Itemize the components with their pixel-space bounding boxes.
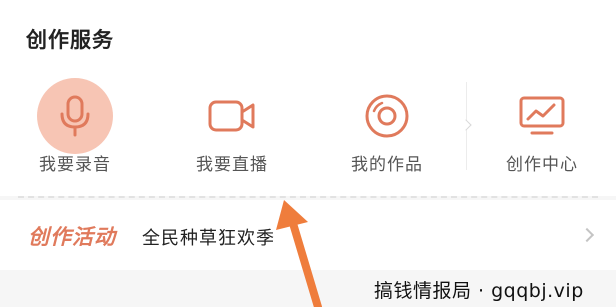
divider-chevron-icon xyxy=(460,119,472,131)
record-icon-highlight xyxy=(37,78,113,154)
disc-icon xyxy=(365,94,409,138)
record-audio-button[interactable]: 我要录音 xyxy=(10,78,140,178)
activity-title: 创作活动 xyxy=(28,225,116,249)
works-icon-wrap xyxy=(349,78,425,154)
section-title: 创作服务 xyxy=(26,28,114,52)
live-icon-wrap xyxy=(194,78,270,154)
chart-monitor-icon xyxy=(519,96,565,135)
live-stream-label: 我要直播 xyxy=(196,155,268,175)
creation-services-card: 创作服务 我要录音 我要直播 我的作品 创作中心 xyxy=(0,0,616,196)
video-camera-icon xyxy=(208,100,255,132)
creator-center-label: 创作中心 xyxy=(506,155,578,175)
microphone-icon xyxy=(60,95,90,137)
my-works-button[interactable]: 我的作品 xyxy=(322,78,452,178)
record-audio-label: 我要录音 xyxy=(39,155,111,175)
center-icon-wrap xyxy=(504,78,580,154)
watermark-text: 搞钱情报局 · gqqbj.vip xyxy=(374,280,584,302)
pointer-arrow-icon xyxy=(276,200,322,307)
creator-center-button[interactable]: 创作中心 xyxy=(477,78,607,178)
my-works-label: 我的作品 xyxy=(351,155,423,175)
chevron-right-icon xyxy=(579,227,595,243)
activity-text: 全民种草狂欢季 xyxy=(142,228,275,249)
live-stream-button[interactable]: 我要直播 xyxy=(167,78,297,178)
